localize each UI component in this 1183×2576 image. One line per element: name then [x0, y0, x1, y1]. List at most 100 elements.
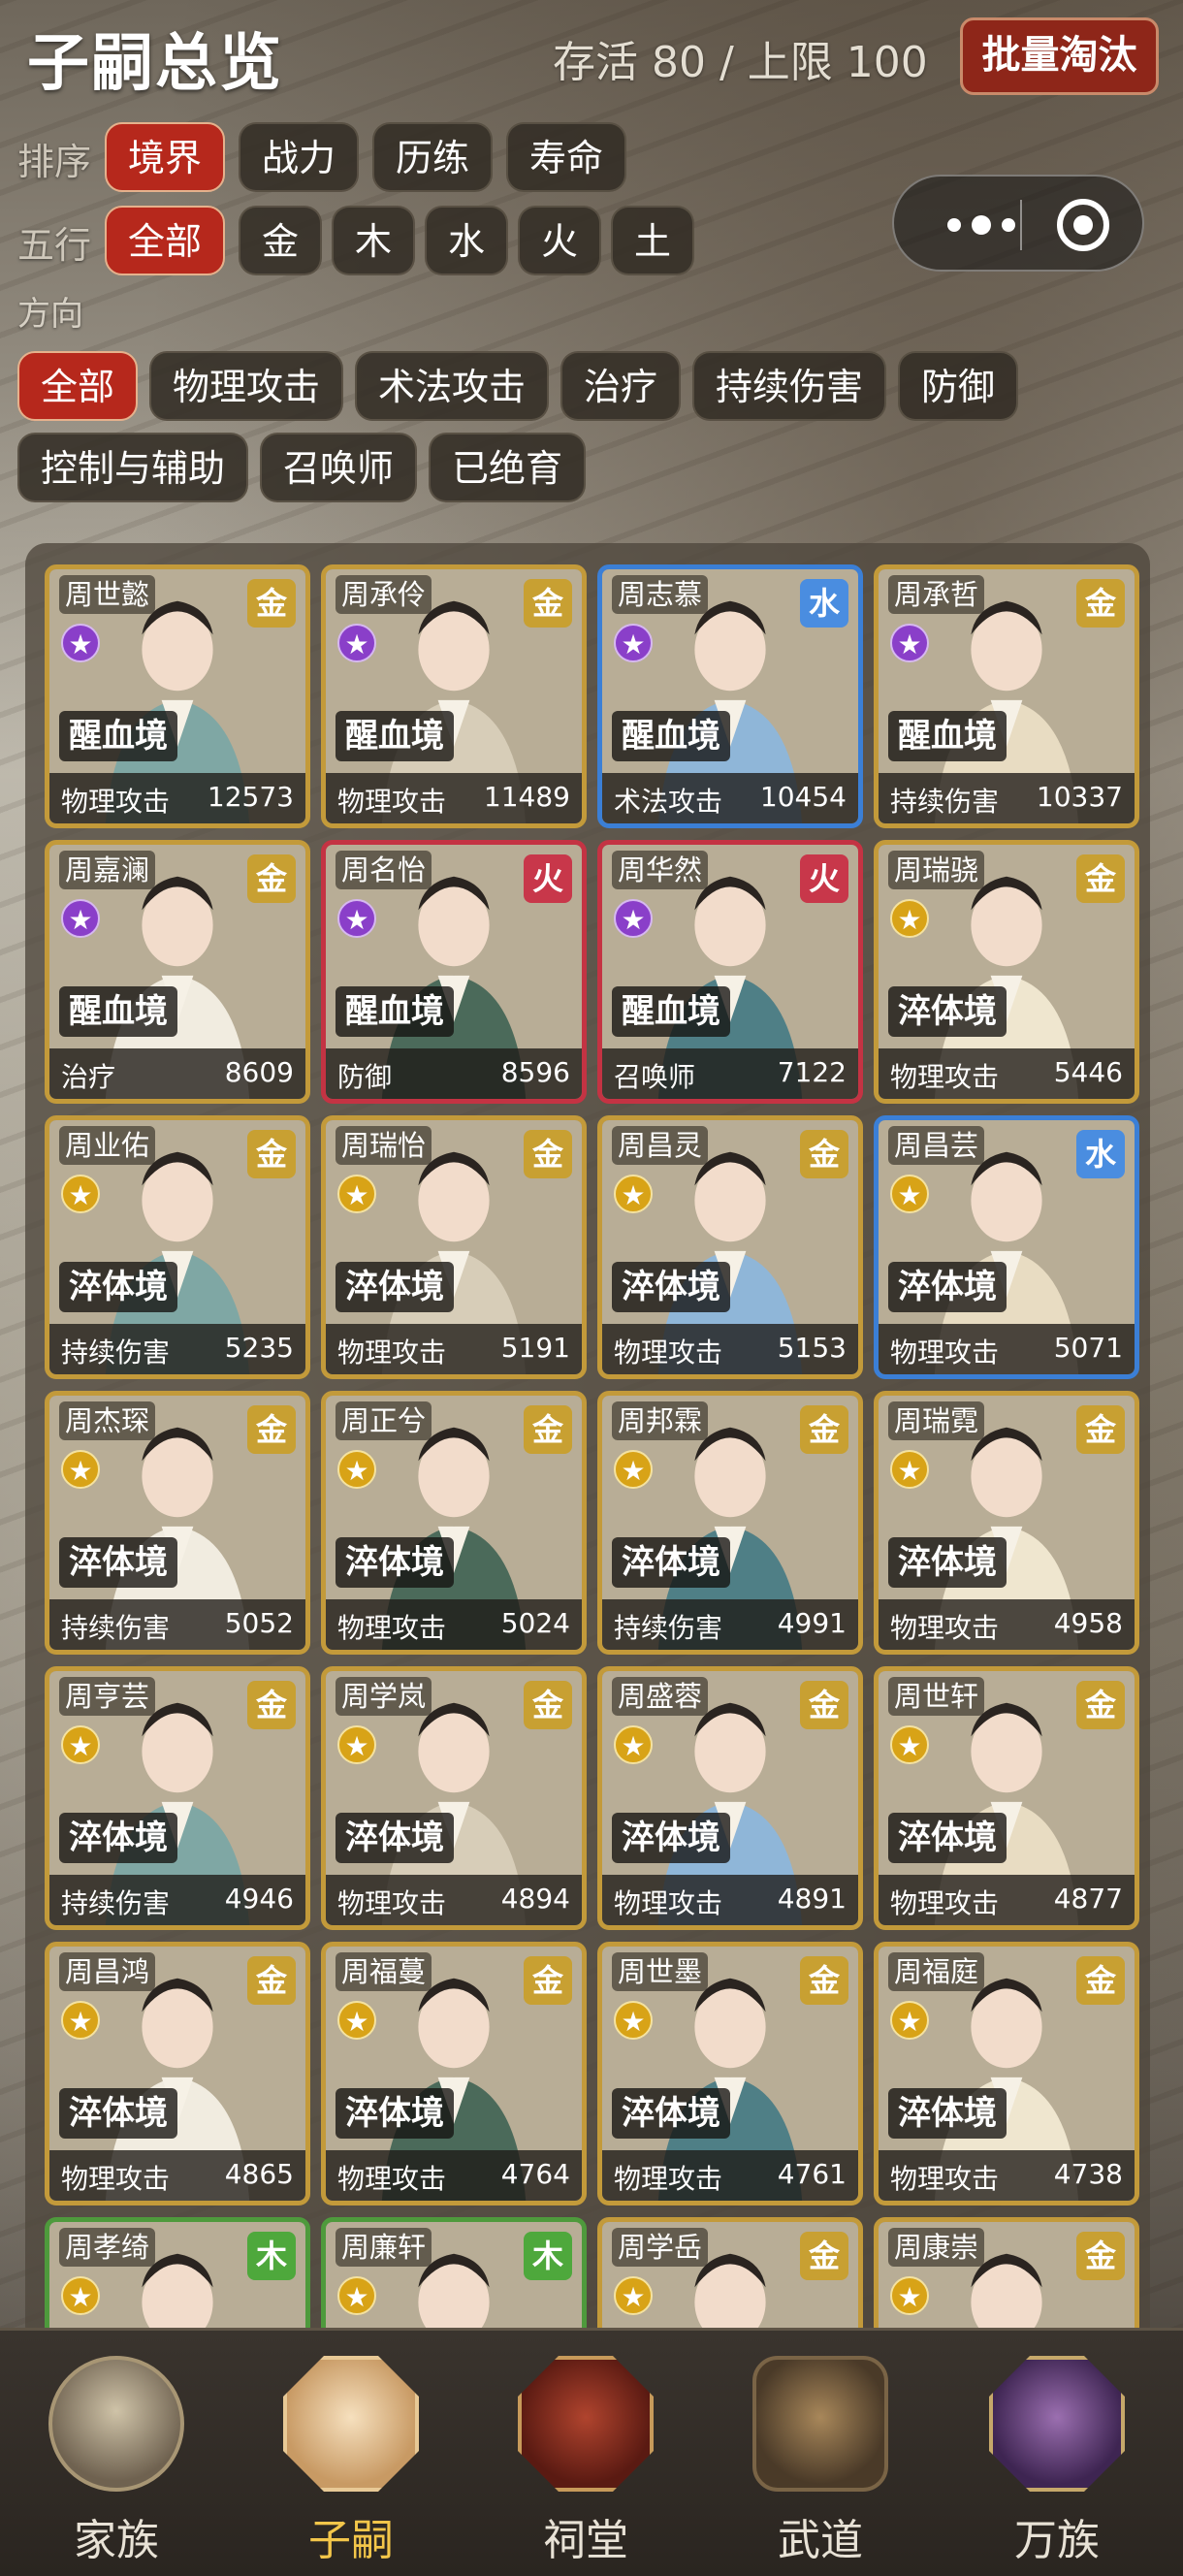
- descendant-name: 周正兮: [336, 1401, 432, 1440]
- realm-tag: 淬体境: [888, 1813, 1007, 1863]
- descendant-card[interactable]: 周亨芸 金 ★ 淬体境 持续伤害 4946: [45, 1666, 310, 1930]
- children-icon: [283, 2356, 419, 2492]
- descendant-card[interactable]: 周世懿 金 ★ 醒血境 物理攻击 12573: [45, 564, 310, 828]
- sort-chip-lifespan[interactable]: 寿命: [506, 122, 626, 192]
- direction-chip-control[interactable]: 控制与辅助: [17, 433, 248, 502]
- descendant-card[interactable]: 周承哲 金 ★ 醒血境 持续伤害 10337: [874, 564, 1139, 828]
- descendant-card[interactable]: 周华然 火 ★ 醒血境 召唤师 7122: [597, 840, 863, 1104]
- descendant-name: 周杰琛: [59, 1401, 156, 1440]
- combat-role: 物理攻击: [337, 1336, 447, 1368]
- descendant-card[interactable]: 周学岚 金 ★ 淬体境 物理攻击 4894: [321, 1666, 587, 1930]
- page-title: 子嗣总览: [27, 27, 283, 100]
- sort-chip-power[interactable]: 战力: [239, 122, 359, 192]
- nav-item-clans[interactable]: 万族: [960, 2340, 1154, 2573]
- stat-bar: 物理攻击 4761: [602, 2150, 858, 2201]
- direction-chip-sterilized[interactable]: 已绝育: [429, 433, 586, 502]
- combat-role: 持续伤害: [890, 786, 1000, 818]
- combat-role: 防御: [337, 1061, 393, 1093]
- descendant-card[interactable]: 周邦霖 金 ★ 淬体境 持续伤害 4991: [597, 1391, 863, 1655]
- combat-role: 持续伤害: [61, 1887, 171, 1919]
- combat-role: 物理攻击: [337, 1612, 447, 1644]
- descendant-card[interactable]: 周瑞怡 金 ★ 淬体境 物理攻击 5191: [321, 1115, 587, 1379]
- element-chip-earth[interactable]: 土: [611, 206, 694, 275]
- descendant-card[interactable]: 周福蔓 金 ★ 淬体境 物理攻击 4764: [321, 1942, 587, 2206]
- descendant-card[interactable]: 周嘉澜 金 ★ 醒血境 治疗 8609: [45, 840, 310, 1104]
- stat-bar: 物理攻击 4764: [326, 2150, 582, 2201]
- element-chip-water[interactable]: 水: [425, 206, 508, 275]
- element-label: 五行: [17, 224, 92, 267]
- star-icon: ★: [337, 2001, 376, 2040]
- element-chip-wood[interactable]: 木: [332, 206, 415, 275]
- element-badge: 金: [800, 1956, 848, 2005]
- element-chip-metal[interactable]: 金: [239, 206, 322, 275]
- descendant-card[interactable]: 周昌灵 金 ★ 淬体境 物理攻击 5153: [597, 1115, 863, 1379]
- combat-role: 召唤师: [614, 1061, 696, 1093]
- realm-tag: 醒血境: [336, 711, 454, 761]
- realm-tag: 淬体境: [888, 2088, 1007, 2139]
- realm-tag: 淬体境: [336, 1262, 454, 1312]
- martial-swords-icon: [752, 2356, 888, 2492]
- descendant-card[interactable]: 周杰琛 金 ★ 淬体境 持续伤害 5052: [45, 1391, 310, 1655]
- element-badge: 金: [1076, 1681, 1125, 1729]
- direction-chip-dot[interactable]: 持续伤害: [692, 351, 886, 421]
- descendant-name: 周昌灵: [612, 1126, 709, 1165]
- direction-chip-summoner[interactable]: 召唤师: [260, 433, 417, 502]
- element-chip-fire[interactable]: 火: [518, 206, 601, 275]
- element-badge: 金: [800, 1130, 848, 1178]
- more-icon[interactable]: [933, 198, 1030, 252]
- descendant-card[interactable]: 周世轩 金 ★ 淬体境 物理攻击 4877: [874, 1666, 1139, 1930]
- stat-bar: 物理攻击 11489: [326, 773, 582, 823]
- sort-chip-realm[interactable]: 境界: [105, 122, 225, 192]
- realm-tag: 醒血境: [336, 986, 454, 1037]
- stat-bar: 物理攻击 5446: [879, 1048, 1135, 1099]
- descendant-card[interactable]: 周业佑 金 ★ 淬体境 持续伤害 5235: [45, 1115, 310, 1379]
- element-badge: 金: [1076, 1956, 1125, 2005]
- element-badge: 金: [1076, 1405, 1125, 1454]
- combat-role: 持续伤害: [614, 1612, 723, 1644]
- combat-role: 持续伤害: [61, 1612, 171, 1644]
- combat-role: 物理攻击: [337, 1887, 447, 1919]
- combat-power: 4761: [777, 2158, 847, 2190]
- dragon-hall-icon: [48, 2356, 184, 2492]
- star-icon: ★: [614, 624, 653, 662]
- descendant-name: 周世懿: [59, 575, 156, 614]
- star-icon: ★: [337, 899, 376, 938]
- direction-chip-physical[interactable]: 物理攻击: [149, 351, 343, 421]
- star-icon: ★: [890, 1725, 929, 1764]
- stat-bar: 持续伤害 4946: [49, 1875, 305, 1925]
- element-badge: 金: [800, 2232, 848, 2280]
- descendant-name: 周廉轩: [336, 2228, 432, 2267]
- nav-item-ancestral-hall[interactable]: 祠堂: [489, 2340, 683, 2573]
- descendant-card[interactable]: 周盛蓉 金 ★ 淬体境 物理攻击 4891: [597, 1666, 863, 1930]
- realm-tag: 淬体境: [336, 1813, 454, 1863]
- nav-item-family[interactable]: 家族: [19, 2340, 213, 2573]
- direction-chip-heal[interactable]: 治疗: [560, 351, 681, 421]
- combat-power: 10337: [1036, 781, 1123, 813]
- descendant-card[interactable]: 周志慕 水 ★ 醒血境 术法攻击 10454: [597, 564, 863, 828]
- element-chip-all[interactable]: 全部: [105, 206, 225, 275]
- element-badge: 金: [524, 1956, 572, 2005]
- direction-chip-all[interactable]: 全部: [17, 351, 138, 421]
- descendant-name: 周学岚: [336, 1677, 432, 1716]
- sort-label: 排序: [17, 141, 92, 183]
- descendant-card[interactable]: 周昌芸 水 ★ 淬体境 物理攻击 5071: [874, 1115, 1139, 1379]
- descendant-card[interactable]: 周福庭 金 ★ 淬体境 物理攻击 4738: [874, 1942, 1139, 2206]
- descendant-card[interactable]: 周瑞霓 金 ★ 淬体境 物理攻击 4958: [874, 1391, 1139, 1655]
- descendant-card[interactable]: 周世墨 金 ★ 淬体境 物理攻击 4761: [597, 1942, 863, 2206]
- direction-chip-defense[interactable]: 防御: [898, 351, 1018, 421]
- sort-chip-experience[interactable]: 历练: [372, 122, 493, 192]
- descendant-card[interactable]: 周正兮 金 ★ 淬体境 物理攻击 5024: [321, 1391, 587, 1655]
- direction-chip-spell[interactable]: 术法攻击: [355, 351, 549, 421]
- realm-tag: 淬体境: [888, 986, 1007, 1037]
- descendant-card[interactable]: 周瑞骁 金 ★ 淬体境 物理攻击 5446: [874, 840, 1139, 1104]
- descendant-card[interactable]: 周承伶 金 ★ 醒血境 物理攻击 11489: [321, 564, 587, 828]
- realm-tag: 淬体境: [612, 1262, 730, 1312]
- nav-item-children[interactable]: 子嗣: [254, 2340, 448, 2573]
- batch-cull-button[interactable]: 批量淘汰: [960, 17, 1159, 95]
- close-miniprogram-icon[interactable]: [1054, 196, 1112, 254]
- star-icon: ★: [890, 899, 929, 938]
- descendant-card[interactable]: 周昌鸿 金 ★ 淬体境 物理攻击 4865: [45, 1942, 310, 2206]
- stat-bar: 物理攻击 4865: [49, 2150, 305, 2201]
- descendant-card[interactable]: 周名怡 火 ★ 醒血境 防御 8596: [321, 840, 587, 1104]
- nav-item-martial[interactable]: 武道: [723, 2340, 917, 2573]
